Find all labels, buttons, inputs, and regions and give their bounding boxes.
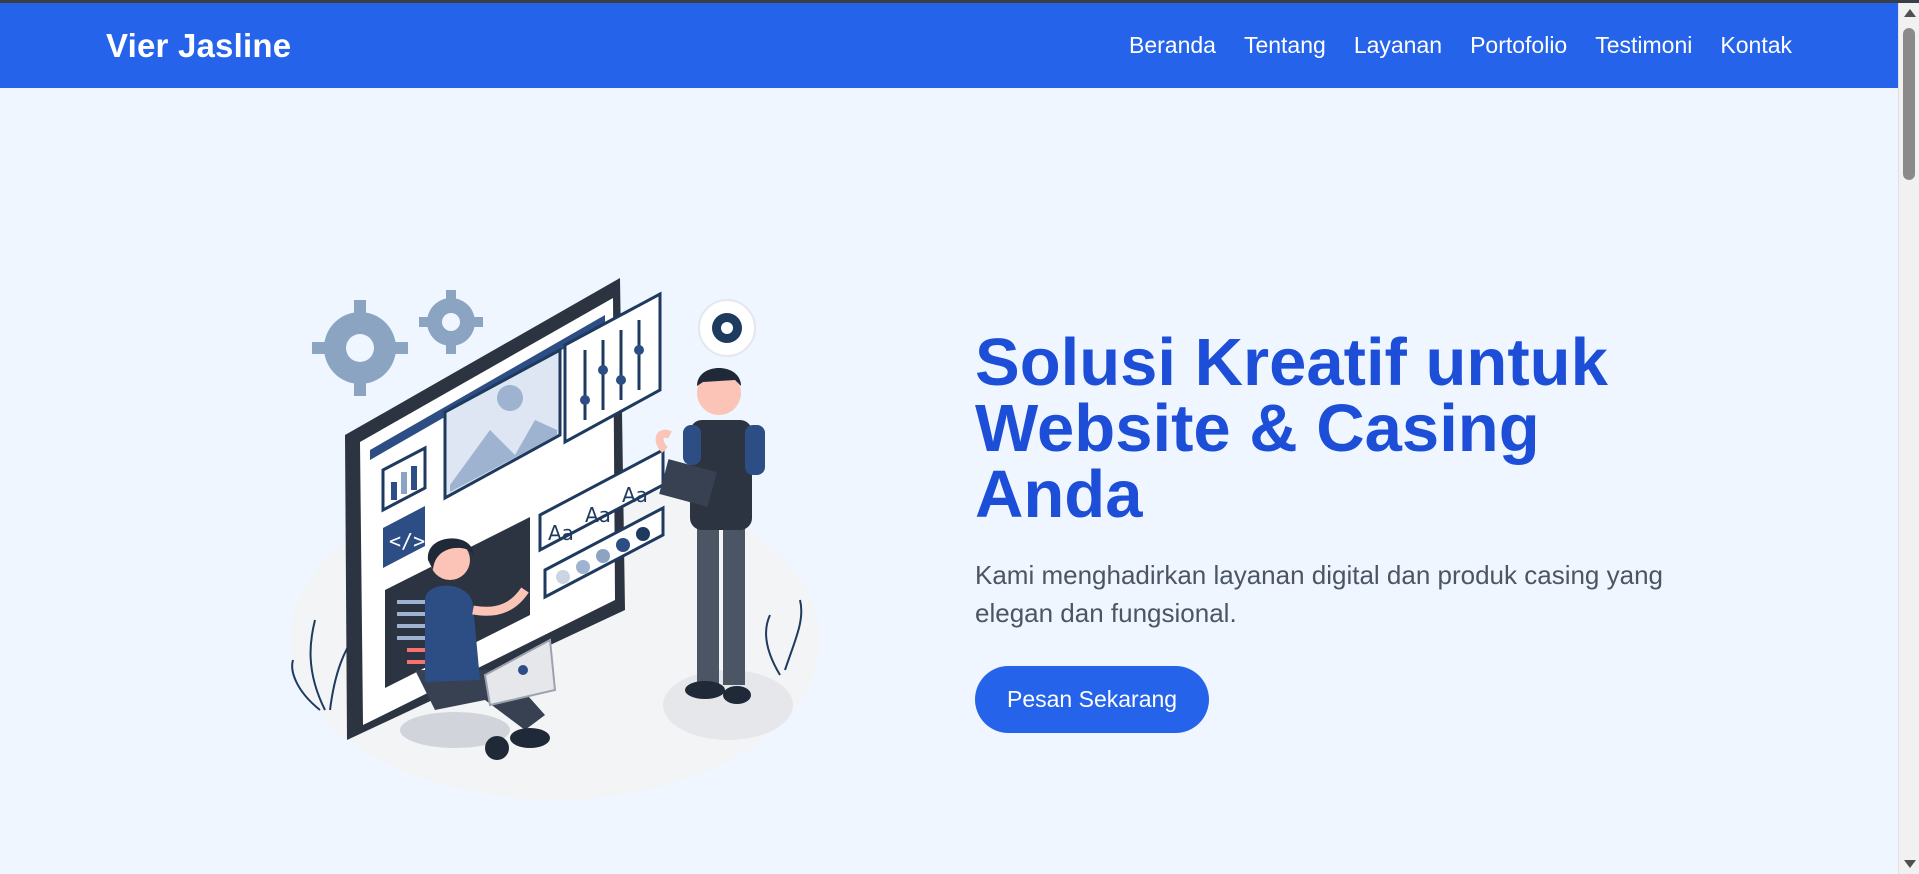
brand-logo[interactable]: Vier Jasline: [106, 27, 291, 65]
page-scrollbar[interactable]: [1898, 3, 1919, 874]
hero-subtitle: Kami menghadirkan layanan digital dan pr…: [975, 560, 1663, 628]
scroll-down-arrow-icon[interactable]: [1904, 860, 1916, 868]
scroll-thumb[interactable]: [1903, 28, 1915, 180]
font-sample-3: Aa: [622, 483, 648, 507]
gear-large-icon: [312, 300, 408, 396]
gear-small-icon: [419, 290, 483, 354]
nav-link-portofolio[interactable]: Portofolio: [1470, 32, 1567, 59]
hero-illustration: </> Aa Aa Aa: [290, 278, 820, 800]
font-sample-1: Aa: [548, 521, 574, 545]
nav-link-testimoni[interactable]: Testimoni: [1595, 32, 1692, 59]
order-now-button[interactable]: Pesan Sekarang: [975, 666, 1210, 733]
nav-link-layanan[interactable]: Layanan: [1354, 32, 1442, 59]
nav-links: Beranda Tentang Layanan Portofolio Testi…: [1101, 32, 1792, 59]
nav-link-tentang[interactable]: Tentang: [1244, 32, 1326, 59]
font-sample-2: Aa: [585, 503, 611, 527]
hero-section: Solusi Kreatif untuk Website & Casing An…: [975, 325, 1695, 733]
hero-title: Solusi Kreatif untuk Website & Casing An…: [975, 325, 1608, 532]
nav-link-kontak[interactable]: Kontak: [1720, 32, 1792, 59]
svg-text:</>: </>: [389, 529, 425, 553]
scroll-up-arrow-icon[interactable]: [1904, 9, 1916, 17]
navbar: Vier Jasline Beranda Tentang Layanan Por…: [0, 3, 1898, 88]
nav-link-beranda[interactable]: Beranda: [1129, 32, 1216, 59]
settings-bubble-icon: [698, 299, 756, 357]
